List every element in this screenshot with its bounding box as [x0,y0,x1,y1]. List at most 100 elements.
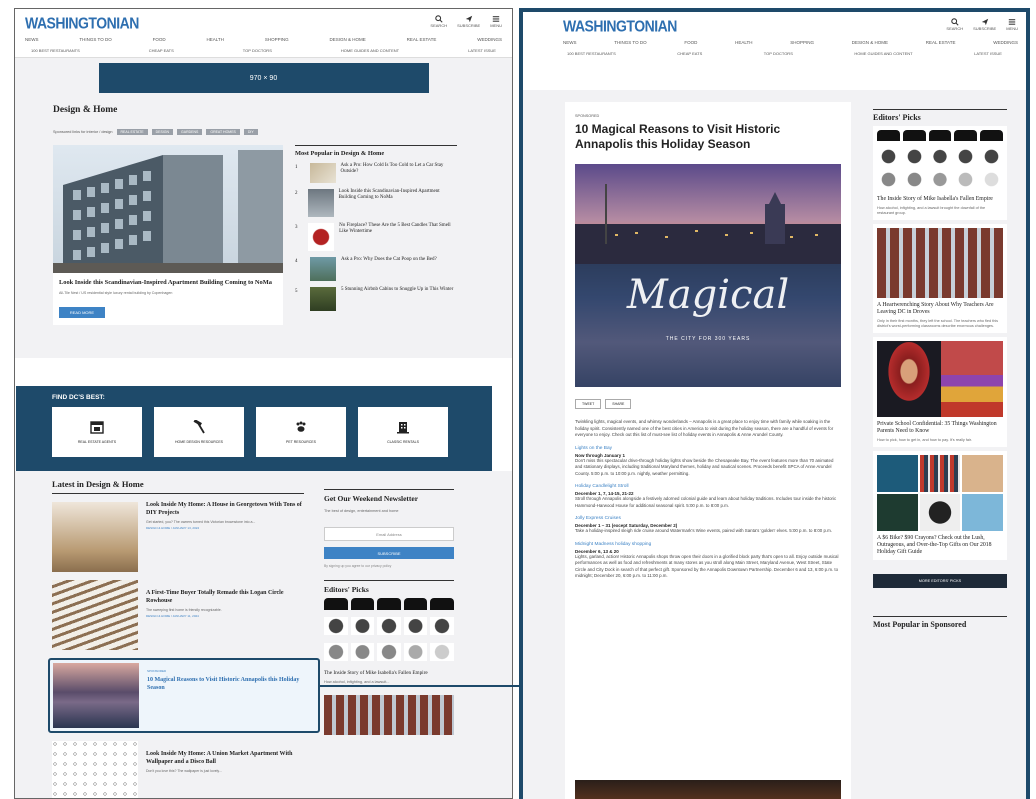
nav-item[interactable]: FOOD [684,40,697,45]
editors-pick-image[interactable] [324,597,454,666]
nav-item[interactable]: THINGS TO DO [79,37,111,42]
latest-item[interactable]: A First-Time Buyer Totally Remade this L… [52,580,304,650]
search-button[interactable]: SEARCH [946,18,963,31]
latest-item[interactable]: Look Inside My Home: A Union Market Apar… [52,741,304,798]
tag-chip[interactable]: DIY [243,129,258,135]
nav-item[interactable]: DESIGN & HOME [852,40,888,45]
subscribe-button[interactable]: SUBSCRIBE [973,18,996,31]
feature-card[interactable]: Look Inside this Scandinavian-Inspired A… [53,145,283,325]
menu-icon [1008,19,1016,25]
nav-item[interactable]: HOME GUIDES AND CONTENT [854,51,912,56]
event-name[interactable]: Midnight Madness holiday shopping [575,542,841,547]
nav-item[interactable]: DESIGN & HOME [329,37,365,42]
event-name[interactable]: Lights on the Bay [575,446,841,451]
nav-item[interactable]: 100 BEST RESTAURANTS [567,51,616,56]
share-button[interactable]: SHARE [605,399,632,409]
read-more-button[interactable]: READ MORE [59,307,105,318]
nav-item[interactable]: SHOPPING [790,40,814,45]
find-card-real-estate[interactable]: REAL ESTATE AGENTS [52,407,142,457]
primary-nav: NEWS THINGS TO DO FOOD HEALTH SHOPPING D… [523,34,1026,45]
subscribe-button[interactable]: SUBSCRIBE [324,547,454,559]
editors-pick-image[interactable] [324,694,454,735]
editors-pick-card[interactable]: The Inside Story of Mike Isabella's Fall… [873,126,1007,220]
tag-chip[interactable]: GARDENS [177,129,203,135]
send-icon [465,15,472,23]
latest-item-highlighted[interactable]: SPONSORED 10 Magical Reasons to Visit His… [48,658,320,733]
newsletter-title: Get Our Weekend Newsletter [324,489,454,503]
latest-thumb [52,502,138,572]
list-item[interactable]: 2 Look Inside this Scandinavian-Inspired … [295,189,457,217]
subscribe-label: SUBSCRIBE [457,23,481,28]
search-icon [951,18,959,26]
rank-number: 1 [295,165,298,170]
latest-list: Look Inside My Home: A House in Georgeto… [48,502,320,798]
nav-item[interactable]: HOME GUIDES AND CONTENT [341,48,399,53]
secondary-nav: 100 BEST RESTAURANTS CHEAP EATS TOP DOCT… [523,45,1026,56]
editors-pick-card[interactable]: A $6 Bike? $90 Crayons? Check out the Lu… [873,451,1007,560]
ad-banner[interactable]: 970 × 90 [98,63,429,93]
tweet-button[interactable]: TWEET [575,399,602,409]
nav-item[interactable]: 100 BEST RESTAURANTS [31,48,80,53]
site-header: WASHINGTONIAN SEARCH SUBSCRIBE MENU [523,12,1026,35]
find-card-home-design[interactable]: HOME DESIGN RESOURCES [154,407,244,457]
article-kicker: SPONSORED [575,114,600,118]
editors-pick-card[interactable]: Private School Confidential: 35 Things W… [873,337,1007,447]
nav-item[interactable]: REAL ESTATE [407,37,437,42]
nav-item[interactable]: WEDDINGS [993,40,1018,45]
nav-item[interactable]: HEALTH [735,40,752,45]
nav-item[interactable]: TOP DOCTORS [764,51,793,56]
nav-item[interactable]: NEWS [563,40,577,45]
header-icons: SEARCH SUBSCRIBE MENU [946,18,1018,31]
nav-item[interactable]: REAL ESTATE [926,40,956,45]
list-item[interactable]: 4 Ask a Pro: Why Does the Cat Poop on the… [295,257,457,281]
nav-item[interactable]: LATEST ISSUE [974,51,1002,56]
nav-item[interactable]: CHEAP EATS [149,48,174,53]
nav-item[interactable]: HEALTH [207,37,224,42]
menu-button[interactable]: MENU [1006,18,1018,31]
nav-item[interactable]: CHEAP EATS [677,51,702,56]
find-card-rentals[interactable]: CLASSIC RENTALS [358,407,448,457]
feature-title[interactable]: Look Inside this Scandinavian-Inspired A… [59,279,277,287]
thumb-image [309,163,336,183]
nav-item[interactable]: SHOPPING [265,37,289,42]
editors-pick-dek: How alcohol, infighting, and a lawsuit..… [324,679,390,684]
design-home-page: WASHINGTONIAN SEARCH SUBSCRIBE MENU NEWS… [14,8,513,799]
nav-item[interactable]: THINGS TO DO [614,40,646,45]
list-item[interactable]: 3 No Fireplace? These Are the 5 Best Cand… [295,223,457,251]
tag-chip[interactable]: GREAT HOMES [206,129,240,135]
editors-pick-card[interactable]: A Heartwrenching Story About Why Teacher… [873,224,1007,333]
latest-item-dek: Get started, you? The owners turned this… [146,520,256,524]
tag-chip[interactable]: DESIGN [151,129,174,135]
latest-item[interactable]: Look Inside My Home: A House in Georgeto… [52,502,304,572]
menu-icon [492,16,500,22]
event-name[interactable]: Holiday Candlelight Stroll [575,484,841,489]
search-button[interactable]: SEARCH [430,15,447,28]
more-editors-picks-button[interactable]: MORE EDITORS' PICKS [873,574,1007,588]
nav-item[interactable]: TOP DOCTORS [243,48,272,53]
find-card-pets[interactable]: PET RESOURCES [256,407,346,457]
thumb-image [307,189,334,217]
site-logo[interactable]: WASHINGTONIAN [563,17,677,35]
list-item[interactable]: 5 5 Stunning Airbnb Cabins to Snuggle Up … [295,287,457,311]
most-popular-list: 1 Ask a Pro: How Cold Is Too Cold to Let … [295,163,457,311]
subscribe-label: SUBSCRIBE [973,26,997,31]
sidebar: Get Our Weekend Newsletter The best of d… [324,489,454,735]
most-popular-title: Most Popular in Sponsored [873,616,1007,630]
editors-picks-title: Editors' Picks [324,579,454,594]
nav-item[interactable]: NEWS [25,37,39,42]
tag-chip[interactable]: REAL ESTATE [116,129,148,135]
subscribe-button[interactable]: SUBSCRIBE [457,15,480,28]
find-title: FIND DC'S BEST: [52,394,105,401]
building-icon [397,422,409,434]
nav-item[interactable]: WEDDINGS [477,37,502,42]
email-field[interactable]: Email Address [324,527,454,541]
list-item-title: No Fireplace? These Are the 5 Best Candl… [339,223,451,234]
nav-item[interactable]: FOOD [153,37,166,42]
site-logo[interactable]: WASHINGTONIAN [25,14,139,32]
editors-pick-title[interactable]: The Inside Story of Mike Isabella's Fall… [324,670,454,677]
list-item-title: 5 Stunning Airbnb Cabins to Snuggle Up i… [341,287,454,292]
event-name[interactable]: Jolly Express Cruises [575,516,841,521]
nav-item[interactable]: LATEST ISSUE [468,48,496,53]
menu-button[interactable]: MENU [490,15,502,28]
list-item[interactable]: 1 Ask a Pro: How Cold Is Too Cold to Let … [295,163,457,183]
